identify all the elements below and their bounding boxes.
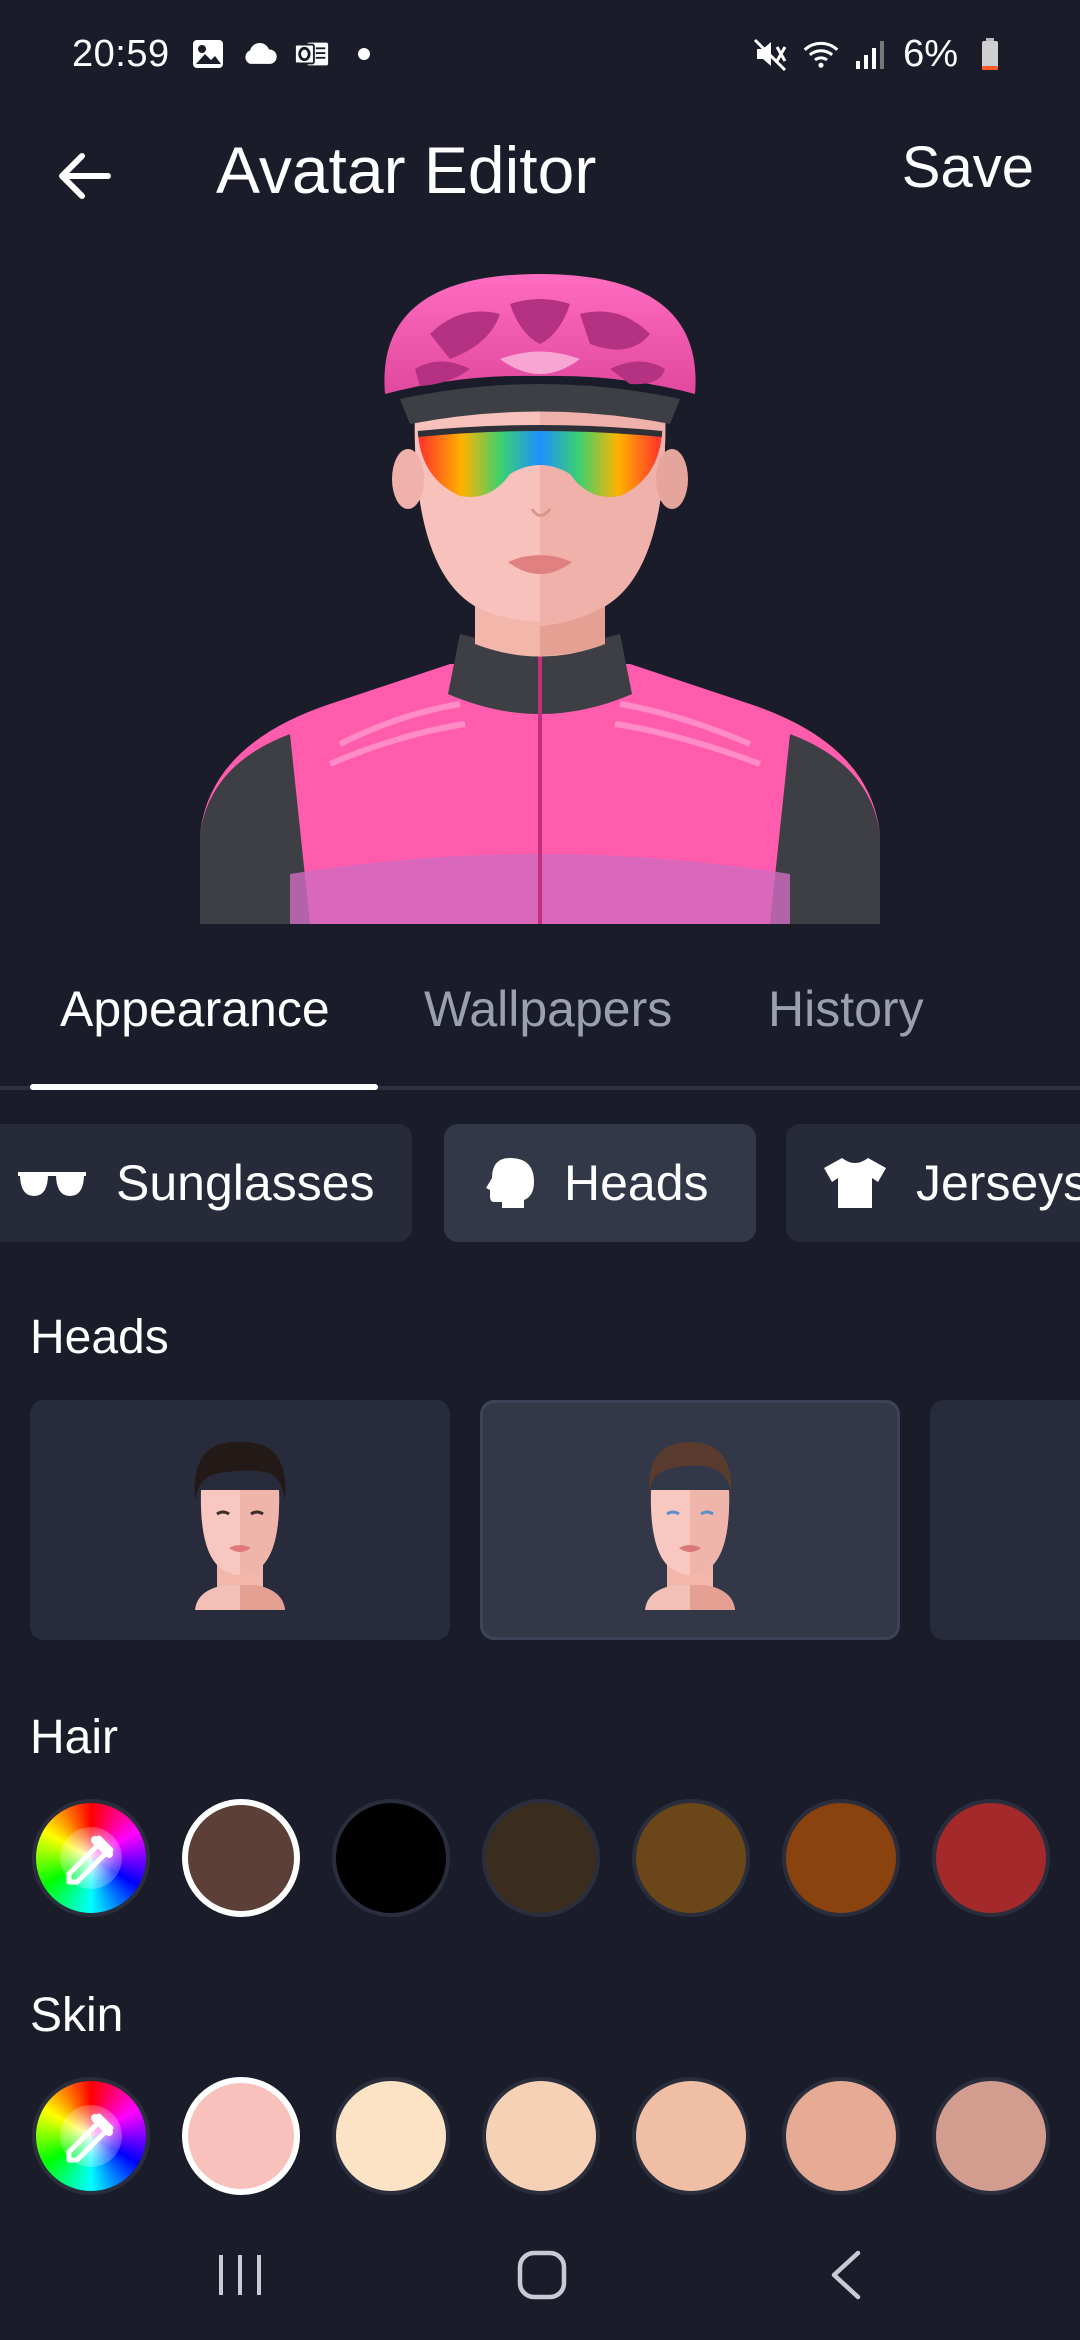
chip-label: Sunglasses (116, 1155, 375, 1211)
tshirt-icon (822, 1156, 888, 1210)
home-icon (517, 2250, 567, 2300)
chip-heads[interactable]: Heads (444, 1124, 756, 1242)
skin-swatch[interactable] (632, 2077, 750, 2195)
sunglasses-icon (16, 1166, 88, 1200)
chip-label: Heads (564, 1155, 709, 1211)
head-option-selected[interactable] (480, 1400, 900, 1640)
outlook-icon (293, 36, 330, 72)
save-button[interactable]: Save (902, 134, 1034, 201)
chip-label: Jerseys (916, 1155, 1080, 1211)
app-bar: Avatar Editor Save (0, 108, 1080, 248)
skin-color-picker[interactable] (32, 2077, 150, 2195)
mute-icon (753, 36, 789, 72)
head-option[interactable] (30, 1400, 450, 1640)
recents-button[interactable] (200, 2240, 280, 2310)
status-time: 20:59 (72, 32, 170, 75)
nav-back-button[interactable] (806, 2240, 886, 2310)
back-button[interactable] (44, 136, 124, 216)
avatar-illustration (200, 274, 880, 924)
section-skin-label: Skin (30, 1989, 124, 2042)
avatar-preview (0, 248, 1080, 924)
hair-color-picker[interactable] (32, 1799, 150, 1917)
recents-icon (219, 2255, 261, 2295)
hair-swatch[interactable] (482, 1799, 600, 1917)
chip-jerseys[interactable]: Jerseys (786, 1124, 1080, 1242)
skin-swatch[interactable] (332, 2077, 450, 2195)
home-button[interactable] (502, 2240, 582, 2310)
tab-wallpapers[interactable]: Wallpapers (424, 980, 672, 1038)
status-bar: 20:59 6% (0, 0, 1080, 108)
head-thumbnail (194, 1441, 286, 1610)
back-icon (831, 2250, 861, 2300)
category-chips: Sunglasses Heads Jerseys (0, 1124, 1080, 1244)
tab-bar: Appearance Wallpapers History (0, 960, 1080, 1090)
hair-swatch[interactable] (782, 1799, 900, 1917)
cloud-icon (242, 36, 278, 72)
wifi-icon (803, 36, 839, 72)
skin-color-row (0, 2074, 1080, 2200)
battery-percent: 6% (903, 32, 958, 75)
head-option[interactable] (930, 1400, 1080, 1640)
head-thumbnail (645, 1442, 735, 1610)
tab-indicator (30, 1084, 378, 1090)
skin-swatch[interactable] (932, 2077, 1050, 2195)
signal-icon (853, 36, 889, 72)
image-icon (190, 36, 226, 72)
dot-icon (346, 36, 382, 72)
eyedropper-icon (66, 1835, 114, 1885)
eyedropper-icon (66, 2113, 114, 2163)
skin-swatch[interactable] (782, 2077, 900, 2195)
heads-list (0, 1400, 1080, 1642)
head-icon (486, 1156, 536, 1210)
hair-color-row (0, 1796, 1080, 1922)
hair-swatch[interactable] (632, 1799, 750, 1917)
system-nav-bar (0, 2210, 1080, 2340)
battery-icon (972, 36, 1008, 72)
tab-history[interactable]: History (768, 980, 924, 1038)
chip-sunglasses[interactable]: Sunglasses (0, 1124, 412, 1242)
arrow-left-icon (59, 153, 111, 199)
hair-swatch[interactable] (332, 1799, 450, 1917)
hair-swatch[interactable] (182, 1799, 300, 1917)
section-hair-label: Hair (30, 1711, 119, 1764)
hair-swatch[interactable] (932, 1799, 1050, 1917)
tab-appearance[interactable]: Appearance (60, 980, 330, 1038)
page-title: Avatar Editor (216, 133, 597, 207)
skin-swatch[interactable] (482, 2077, 600, 2195)
section-heads-label: Heads (30, 1311, 169, 1364)
skin-swatch[interactable] (182, 2077, 300, 2195)
